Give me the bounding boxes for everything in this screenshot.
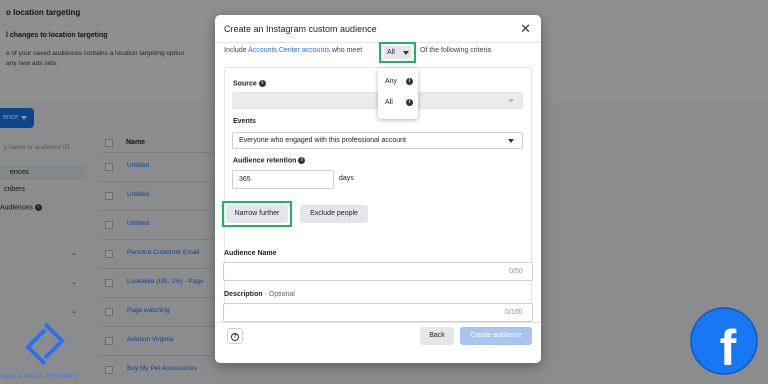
chevron-down-icon	[508, 139, 514, 143]
retention-label-text: Audience retention	[233, 157, 297, 165]
include-mid: who meet	[331, 47, 363, 54]
narrow-further-button[interactable]: Narrow further	[226, 205, 288, 223]
source-label-text: Source	[233, 80, 257, 88]
match-type-value: All	[387, 49, 395, 56]
facebook-letter: f	[720, 320, 737, 375]
retention-unit: days	[339, 175, 354, 182]
description-counter: 0/100	[505, 309, 523, 316]
menu-item-any[interactable]: Any i	[385, 78, 413, 85]
chevron-down-icon	[508, 99, 514, 103]
events-select[interactable]: Everyone who engaged with this professio…	[232, 132, 523, 149]
match-type-dropdown[interactable]: All	[384, 46, 411, 59]
match-type-highlight: All	[379, 42, 416, 63]
menu-item-all[interactable]: All i	[385, 99, 413, 106]
source-label: Source i	[233, 80, 266, 87]
facebook-logo-icon: f	[690, 307, 758, 375]
description-optional: · Optional	[264, 291, 295, 298]
include-criteria-text: Include Accounts Center accounts who mee…	[224, 47, 362, 54]
watermark-caption: SKILLS OF ALL ACCOUNTS	[2, 374, 78, 380]
description-label-text: Description	[224, 291, 263, 298]
retention-days-input[interactable]: 365	[232, 170, 334, 189]
watermark-logo-icon	[25, 322, 65, 366]
audience-name-input[interactable]	[223, 262, 533, 281]
info-icon: i	[406, 99, 413, 106]
exclude-people-button[interactable]: Exclude people	[300, 205, 368, 223]
include-suffix: Of the following criteria	[420, 47, 492, 54]
dialog-title: Create an Instagram custom audience	[224, 24, 377, 34]
audience-name-label: Audience Name	[224, 250, 277, 257]
match-type-menu: Any i All i	[378, 68, 418, 119]
events-label: Events	[233, 118, 256, 125]
info-icon: i	[258, 80, 266, 87]
events-value: Everyone who engaged with this professio…	[239, 137, 406, 144]
audience-name-counter: 0/50	[509, 268, 523, 275]
chevron-down-icon	[403, 51, 409, 55]
info-icon: i	[298, 157, 306, 164]
close-icon[interactable]: ✕	[520, 22, 531, 35]
divider	[215, 42, 541, 43]
description-label: Description · Optional	[224, 291, 295, 298]
menu-item-label: Any	[385, 78, 398, 85]
description-input[interactable]	[223, 303, 533, 322]
include-prefix: Include	[224, 47, 247, 54]
info-icon: i	[406, 78, 413, 85]
accounts-center-link[interactable]: Accounts Center accounts	[248, 47, 330, 54]
menu-item-label: All	[385, 99, 393, 106]
retention-label: Audience retention i	[233, 157, 306, 165]
